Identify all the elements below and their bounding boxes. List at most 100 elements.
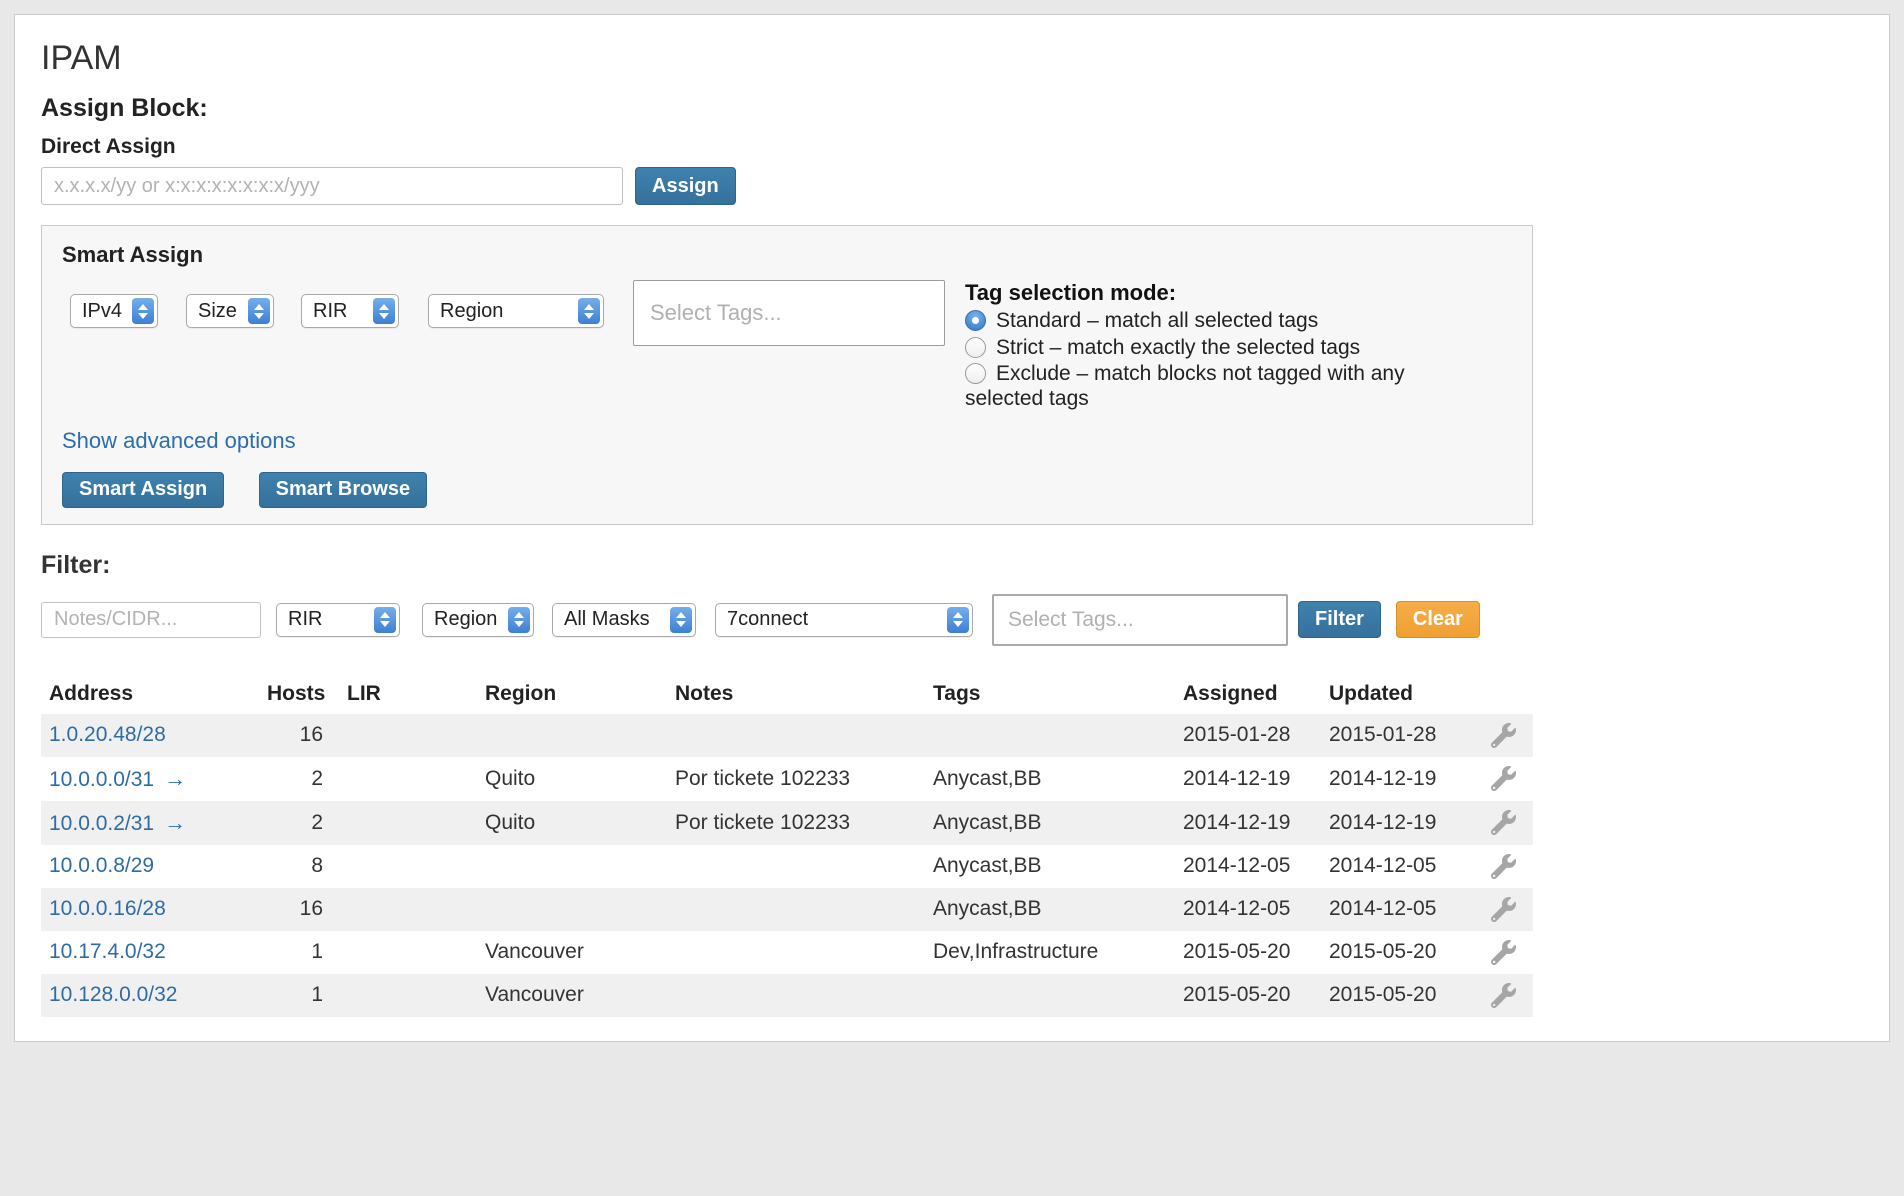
drilldown-arrow-icon[interactable]: → (164, 810, 186, 835)
tag-mode-option[interactable]: Standard – match all selected tags (965, 309, 1410, 334)
select-value: RIR (288, 608, 322, 631)
edit-wrench-icon[interactable] (1491, 766, 1516, 789)
assigned-cell: 2015-05-20 (1175, 974, 1321, 1017)
edit-wrench-icon[interactable] (1491, 940, 1516, 963)
table-header-row: Address Hosts LIR Region Notes Tags Assi… (41, 674, 1533, 714)
col-header-address: Address (41, 674, 259, 714)
show-advanced-options-link[interactable]: Show advanced options (62, 428, 296, 454)
select-stepper-icon (670, 607, 692, 633)
table-row: 1.0.20.48/28 16 2015-01-28 2015-01-28 (41, 714, 1533, 757)
select-stepper-icon (132, 298, 154, 324)
assign-button[interactable]: Assign (635, 167, 736, 205)
address-link[interactable]: 10.0.0.8/29 (49, 854, 154, 877)
filter-resource-holder-select[interactable]: 7connect (715, 603, 973, 637)
updated-cell: 2014-12-19 (1321, 757, 1473, 801)
hosts-cell: 2 (259, 801, 339, 845)
table-row: 10.0.0.0/31→ 2 Quito Por tickete 102233 … (41, 757, 1533, 801)
notes-cell (667, 888, 925, 931)
updated-cell: 2015-01-28 (1321, 714, 1473, 757)
region-cell (477, 714, 667, 757)
tags-cell (925, 974, 1175, 1017)
tag-mode-option-label: Exclude – match blocks not tagged with a… (965, 362, 1405, 410)
radio-icon[interactable] (965, 337, 986, 358)
edit-wrench-icon[interactable] (1491, 854, 1516, 877)
hosts-cell: 1 (259, 931, 339, 974)
edit-wrench-icon[interactable] (1491, 983, 1516, 1006)
smart-size-select[interactable]: Size (186, 294, 274, 328)
hosts-cell: 1 (259, 974, 339, 1017)
smart-region-select[interactable]: Region (428, 294, 604, 328)
page-title: IPAM (41, 39, 1533, 78)
address-link[interactable]: 10.0.0.0/31 (49, 768, 154, 791)
lir-cell (339, 757, 477, 801)
smart-assign-heading: Smart Assign (62, 242, 1512, 268)
lir-cell (339, 888, 477, 931)
drilldown-arrow-icon[interactable]: → (164, 766, 186, 791)
hosts-cell: 16 (259, 888, 339, 931)
clear-button[interactable]: Clear (1396, 601, 1480, 638)
tag-mode-option-label: Strict – match exactly the selected tags (996, 336, 1360, 359)
select-value: Region (434, 608, 497, 631)
tags-cell: Anycast,BB (925, 801, 1175, 845)
col-header-actions (1473, 674, 1533, 714)
edit-wrench-icon[interactable] (1491, 810, 1516, 833)
select-stepper-icon (508, 607, 530, 633)
assign-block-heading: Assign Block: (41, 94, 1533, 123)
assigned-cell: 2014-12-05 (1175, 845, 1321, 888)
radio-icon[interactable] (965, 310, 986, 331)
region-cell (477, 888, 667, 931)
updated-cell: 2014-12-19 (1321, 801, 1473, 845)
tag-mode-heading: Tag selection mode: (965, 280, 1410, 305)
filter-rir-select[interactable]: RIR (276, 603, 400, 637)
filter-masks-select[interactable]: All Masks (552, 603, 696, 637)
smart-assign-panel: Smart Assign IPv4 Size RIR Region (41, 225, 1533, 525)
filter-region-select[interactable]: Region (422, 603, 534, 637)
select-value: RIR (313, 300, 347, 323)
tags-cell: Dev,Infrastructure (925, 931, 1175, 974)
tag-mode-option[interactable]: Exclude – match blocks not tagged with a… (965, 362, 1410, 411)
radio-icon[interactable] (965, 363, 986, 384)
address-link[interactable]: 10.128.0.0/32 (49, 983, 177, 1006)
notes-cell: Por tickete 102233 (667, 757, 925, 801)
select-stepper-icon (373, 298, 395, 324)
hosts-cell: 16 (259, 714, 339, 757)
address-link[interactable]: 1.0.20.48/28 (49, 723, 166, 746)
filter-heading: Filter: (41, 551, 1533, 580)
smart-assign-button[interactable]: Smart Assign (62, 472, 224, 508)
col-header-assigned: Assigned (1175, 674, 1321, 714)
assigned-cell: 2014-12-19 (1175, 801, 1321, 845)
lir-cell (339, 845, 477, 888)
smart-browse-button[interactable]: Smart Browse (259, 472, 428, 508)
smart-ip-version-select[interactable]: IPv4 (70, 294, 158, 328)
region-cell: Vancouver (477, 974, 667, 1017)
region-cell: Vancouver (477, 931, 667, 974)
address-link[interactable]: 10.17.4.0/32 (49, 940, 166, 963)
select-value: Size (198, 300, 237, 323)
assigned-cell: 2014-12-05 (1175, 888, 1321, 931)
address-link[interactable]: 10.0.0.16/28 (49, 897, 166, 920)
col-header-updated: Updated (1321, 674, 1473, 714)
col-header-tags: Tags (925, 674, 1175, 714)
assigned-cell: 2015-05-20 (1175, 931, 1321, 974)
smart-rir-select[interactable]: RIR (301, 294, 399, 328)
notes-cell (667, 714, 925, 757)
tag-selection-mode-group: Tag selection mode: Standard – match all… (965, 280, 1410, 414)
edit-wrench-icon[interactable] (1491, 897, 1516, 920)
lir-cell (339, 931, 477, 974)
select-stepper-icon (578, 298, 600, 324)
direct-assign-input[interactable] (41, 167, 623, 205)
select-value: All Masks (564, 608, 650, 631)
filter-button[interactable]: Filter (1298, 601, 1381, 638)
notes-cidr-input[interactable] (41, 602, 261, 638)
region-cell (477, 845, 667, 888)
address-link[interactable]: 10.0.0.2/31 (49, 812, 154, 835)
filter-tags-input[interactable] (992, 594, 1288, 646)
table-row: 10.0.0.2/31→ 2 Quito Por tickete 102233 … (41, 801, 1533, 845)
select-stepper-icon (947, 607, 969, 633)
edit-wrench-icon[interactable] (1491, 723, 1516, 746)
smart-tags-input[interactable] (633, 280, 945, 346)
table-row: 10.0.0.8/29 8 Anycast,BB 2014-12-05 2014… (41, 845, 1533, 888)
tag-mode-option[interactable]: Strict – match exactly the selected tags (965, 336, 1410, 361)
notes-cell (667, 931, 925, 974)
updated-cell: 2015-05-20 (1321, 974, 1473, 1017)
